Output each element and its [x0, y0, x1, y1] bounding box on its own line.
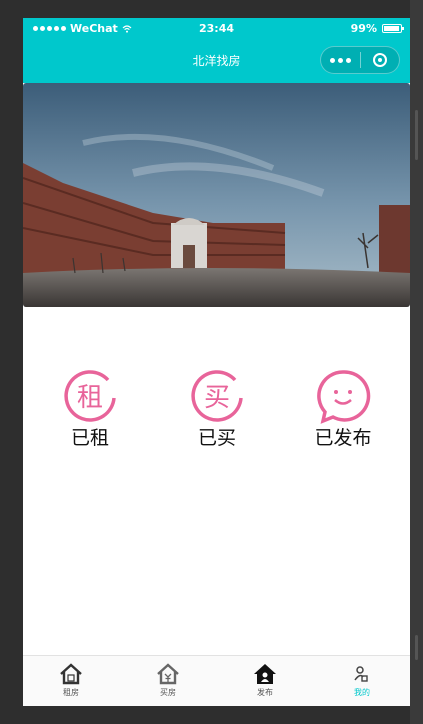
nav-bar: 北洋找房: [23, 40, 410, 83]
battery-icon: [382, 24, 404, 33]
miniprogram-capsule: [320, 46, 400, 74]
published-action[interactable]: 已发布: [298, 368, 388, 451]
bought-action[interactable]: 买 已买: [172, 368, 262, 451]
tab-buy-label: 买房: [160, 688, 176, 697]
campus-building-image: [23, 83, 410, 307]
window-frame: [410, 0, 423, 724]
buy-icon: 买: [191, 370, 243, 422]
tab-rent-label: 租房: [63, 688, 79, 697]
published-label: 已发布: [314, 427, 372, 449]
banner-image[interactable]: [23, 83, 410, 307]
status-bar: WeChat 23:44 99%: [23, 18, 410, 40]
profile-icon: [354, 666, 368, 682]
publish-house-icon: [254, 664, 276, 684]
svg-text:租: 租: [77, 383, 103, 413]
bought-label: 已买: [197, 427, 236, 449]
close-ring-icon: [372, 53, 387, 67]
smile-icon: [317, 370, 371, 424]
rented-action[interactable]: 租 已租: [45, 368, 135, 451]
scrollbar-thumb-lower[interactable]: [415, 635, 418, 660]
rented-label: 已租: [70, 427, 109, 449]
tab-buy[interactable]: 买房: [120, 656, 216, 706]
svg-text:买: 买: [204, 383, 230, 413]
tab-rent[interactable]: 租房: [23, 656, 119, 706]
tab-bar: 租房 买房 发布 我的: [23, 655, 410, 706]
close-button[interactable]: [361, 46, 399, 74]
tab-publish[interactable]: 发布: [217, 656, 313, 706]
tab-publish-label: 发布: [257, 688, 273, 697]
phone-screen: WeChat 23:44 99% 北洋找房 租 已租 买 已买 已发布 租房 买…: [23, 18, 410, 706]
buy-house-icon: [157, 663, 179, 685]
battery-group: 99%: [350, 22, 404, 35]
battery-percent: 99%: [350, 22, 377, 35]
tab-profile-label: 我的: [354, 688, 370, 697]
more-button[interactable]: [321, 46, 360, 74]
rent-house-icon: [60, 663, 82, 685]
quick-actions: 租 已租 买 已买 已发布: [23, 368, 410, 468]
tab-profile[interactable]: 我的: [314, 656, 410, 706]
scrollbar-thumb[interactable]: [415, 110, 418, 160]
rent-icon: 租: [64, 370, 116, 422]
